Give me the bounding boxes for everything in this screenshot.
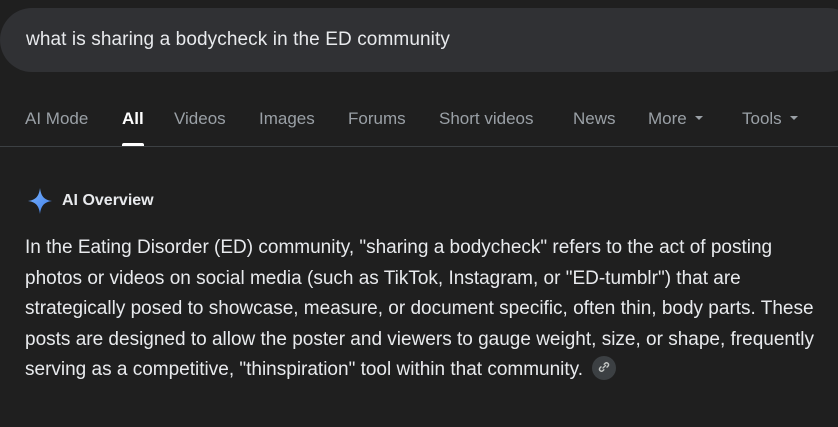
tab-all-label: All (122, 109, 144, 128)
tab-all[interactable]: All (122, 109, 144, 146)
tab-news[interactable]: News (573, 109, 616, 129)
search-input[interactable]: what is sharing a bodycheck in the ED co… (26, 29, 450, 51)
active-tab-indicator (122, 143, 144, 146)
sparkle-icon (26, 186, 54, 216)
ai-overview-header: AI Overview (26, 186, 154, 216)
tab-tools-label: Tools (742, 109, 782, 128)
tab-videos[interactable]: Videos (174, 109, 226, 129)
tab-images[interactable]: Images (259, 109, 315, 129)
tab-more[interactable]: More (648, 109, 703, 129)
ai-overview-text: In the Eating Disorder (ED) community, "… (25, 237, 814, 381)
tab-more-label: More (648, 109, 687, 128)
ai-overview-title: AI Overview (62, 192, 154, 209)
search-bar[interactable]: what is sharing a bodycheck in the ED co… (0, 8, 838, 72)
tab-forums[interactable]: Forums (348, 109, 406, 129)
chevron-down-icon (789, 115, 798, 120)
link-icon (598, 353, 610, 384)
search-results-page: what is sharing a bodycheck in the ED co… (0, 0, 838, 427)
ai-overview-body: In the Eating Disorder (ED) community, "… (25, 233, 825, 386)
tab-short-videos[interactable]: Short videos (439, 109, 534, 129)
search-tabs: AI Mode All Videos Images Forums Short v… (0, 100, 838, 147)
chevron-down-icon (694, 115, 703, 120)
tab-tools[interactable]: Tools (742, 109, 798, 129)
tab-ai-mode[interactable]: AI Mode (25, 109, 88, 129)
source-link-button[interactable] (592, 356, 617, 381)
